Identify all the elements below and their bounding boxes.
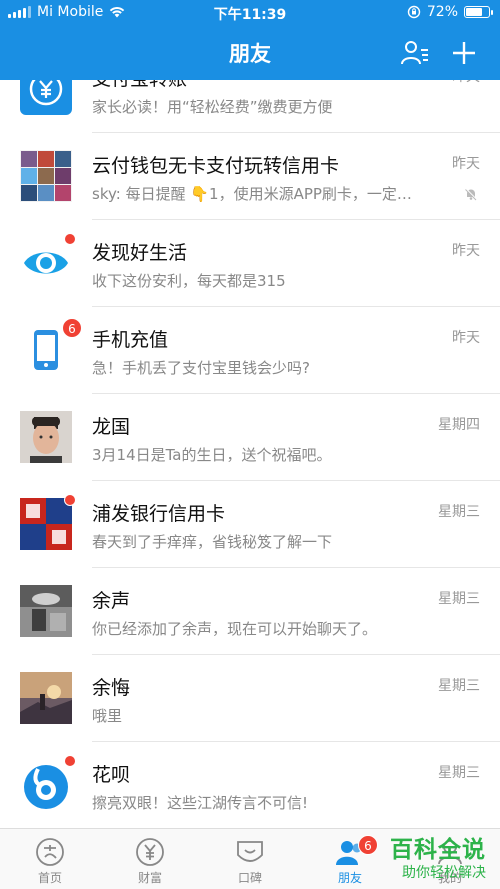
conversation-name: 浦发银行信用卡 <box>92 503 226 525</box>
watermark: 百科全说 助你轻松解决 <box>366 830 486 886</box>
conversation-preview: 哦里 <box>92 707 123 725</box>
unread-dot <box>64 233 76 245</box>
tab-koubei[interactable]: 口碑 <box>200 829 300 889</box>
tab-label: 口碑 <box>237 871 262 885</box>
group-avatar <box>20 150 72 202</box>
conversation-time: 昨天 <box>452 80 480 86</box>
avatar <box>20 672 72 724</box>
conversation-name: 余悔 <box>92 677 131 699</box>
battery-icon <box>464 6 493 18</box>
conversation-name: 花呗 <box>92 764 131 786</box>
plus-icon <box>453 42 475 64</box>
conversation-preview: 3月14日是Ta的生日，送个祝福吧。 <box>92 446 332 464</box>
conversation-row-yusheng[interactable]: 余声 星期三 你已经添加了余声，现在可以开始聊天了。 <box>0 568 500 655</box>
contacts-icon <box>401 41 428 65</box>
conversation-row-yunfu[interactable]: 云付钱包无卡支付玩转信用卡 昨天 sky: 每日提醒 👇1，使用米源APP刷卡，… <box>0 133 500 220</box>
conversation-row-huabei[interactable]: 花呗 星期三 擦亮双眼！这些江湖传言不可信! <box>0 742 500 828</box>
watermark-subtitle: 助你轻松解决 <box>402 865 486 881</box>
contacts-button[interactable] <box>398 36 432 70</box>
conversation-list[interactable]: 支付宝转账 昨天 家长必读！用“轻松经费”缴费更方便 云付钱包无卡支付玩转信用卡… <box>0 80 500 828</box>
tab-home[interactable]: 首页 <box>0 829 100 889</box>
status-right: 72% <box>407 4 493 20</box>
alipay-home-icon <box>36 838 64 866</box>
orientation-lock-icon <box>407 5 421 19</box>
conversation-name: 余声 <box>92 590 131 612</box>
conversation-name: 龙国 <box>92 416 131 438</box>
conversation-time: 星期三 <box>438 504 480 520</box>
conversation-row-transfer[interactable]: 支付宝转账 昨天 家长必读！用“轻松经费”缴费更方便 <box>0 80 500 133</box>
huabei-logo <box>24 765 68 809</box>
conversation-time: 昨天 <box>452 243 480 259</box>
conversation-preview: 春天到了手痒痒，省钱秘笈了解一下 <box>92 533 333 551</box>
conversation-time: 昨天 <box>452 156 480 172</box>
tab-wealth[interactable]: 财富 <box>100 829 200 889</box>
watermark-title: 百科全说 <box>390 837 486 863</box>
conversation-row-recharge[interactable]: 6 手机充值 昨天 急！手机丢了支付宝里钱会少吗? <box>0 307 500 394</box>
conversation-row-yuhui[interactable]: 余悔 星期三 哦里 <box>0 655 500 742</box>
conversation-name: 支付宝转账 <box>92 80 187 91</box>
unread-badge: 6 <box>62 318 82 338</box>
conversation-time: 星期三 <box>438 678 480 694</box>
avatar <box>20 233 76 289</box>
spdb-card-logo <box>20 498 72 550</box>
tab-label: 财富 <box>137 871 162 885</box>
conversation-row-discover[interactable]: 发现好生活 昨天 收下这份安利，每天都是315 <box>0 220 500 307</box>
conversation-preview: 家长必读！用“轻松经费”缴费更方便 <box>92 98 333 116</box>
conversation-preview: 收下这份安利，每天都是315 <box>92 272 286 290</box>
yen-icon <box>136 838 164 866</box>
conversation-preview: 你已经添加了余声，现在可以开始聊天了。 <box>92 620 378 638</box>
conversation-time: 星期四 <box>438 417 480 433</box>
conversation-preview: 急！手机丢了支付宝里钱会少吗? <box>92 359 310 377</box>
avatar <box>20 494 76 550</box>
tab-label: 首页 <box>37 871 62 885</box>
battery-percent: 72% <box>426 4 458 20</box>
add-button[interactable] <box>447 36 481 70</box>
conversation-time: 星期三 <box>438 591 480 607</box>
unread-dot <box>64 494 76 506</box>
sunset-photo-avatar <box>20 672 72 724</box>
conversation-name: 发现好生活 <box>92 242 188 264</box>
conversation-name: 手机充值 <box>92 329 169 351</box>
conversation-time: 星期三 <box>438 765 480 781</box>
transfer-yen-icon <box>20 80 72 115</box>
conversation-time: 昨天 <box>452 330 480 346</box>
avatar <box>20 411 72 463</box>
mute-bell-icon <box>464 187 478 201</box>
conversation-preview: 擦亮双眼！这些江湖传言不可信! <box>92 794 309 812</box>
avatar <box>20 80 72 115</box>
eye-icon <box>24 252 68 274</box>
conversation-row-spdb[interactable]: 浦发银行信用卡 星期三 春天到了手痒痒，省钱秘笈了解一下 <box>0 481 500 568</box>
unread-dot <box>64 755 76 767</box>
conversation-name: 云付钱包无卡支付玩转信用卡 <box>92 155 340 177</box>
status-bar: Mi Mobile 下午11:39 72% <box>0 0 500 26</box>
photo-avatar <box>20 585 72 637</box>
avatar <box>20 585 72 637</box>
conversation-preview: sky: 每日提醒 👇1，使用米源APP刷卡，一定… <box>92 185 412 203</box>
koubei-icon <box>237 841 263 862</box>
conversation-row-longguo[interactable]: 龙国 星期四 3月14日是Ta的生日，送个祝福吧。 <box>0 394 500 481</box>
top-bar: Mi Mobile 下午11:39 72% 朋友 <box>0 0 500 80</box>
person-photo-avatar <box>20 411 72 463</box>
avatar: 6 <box>20 318 82 376</box>
avatar <box>20 755 76 811</box>
group-mosaic-icon <box>20 150 72 202</box>
